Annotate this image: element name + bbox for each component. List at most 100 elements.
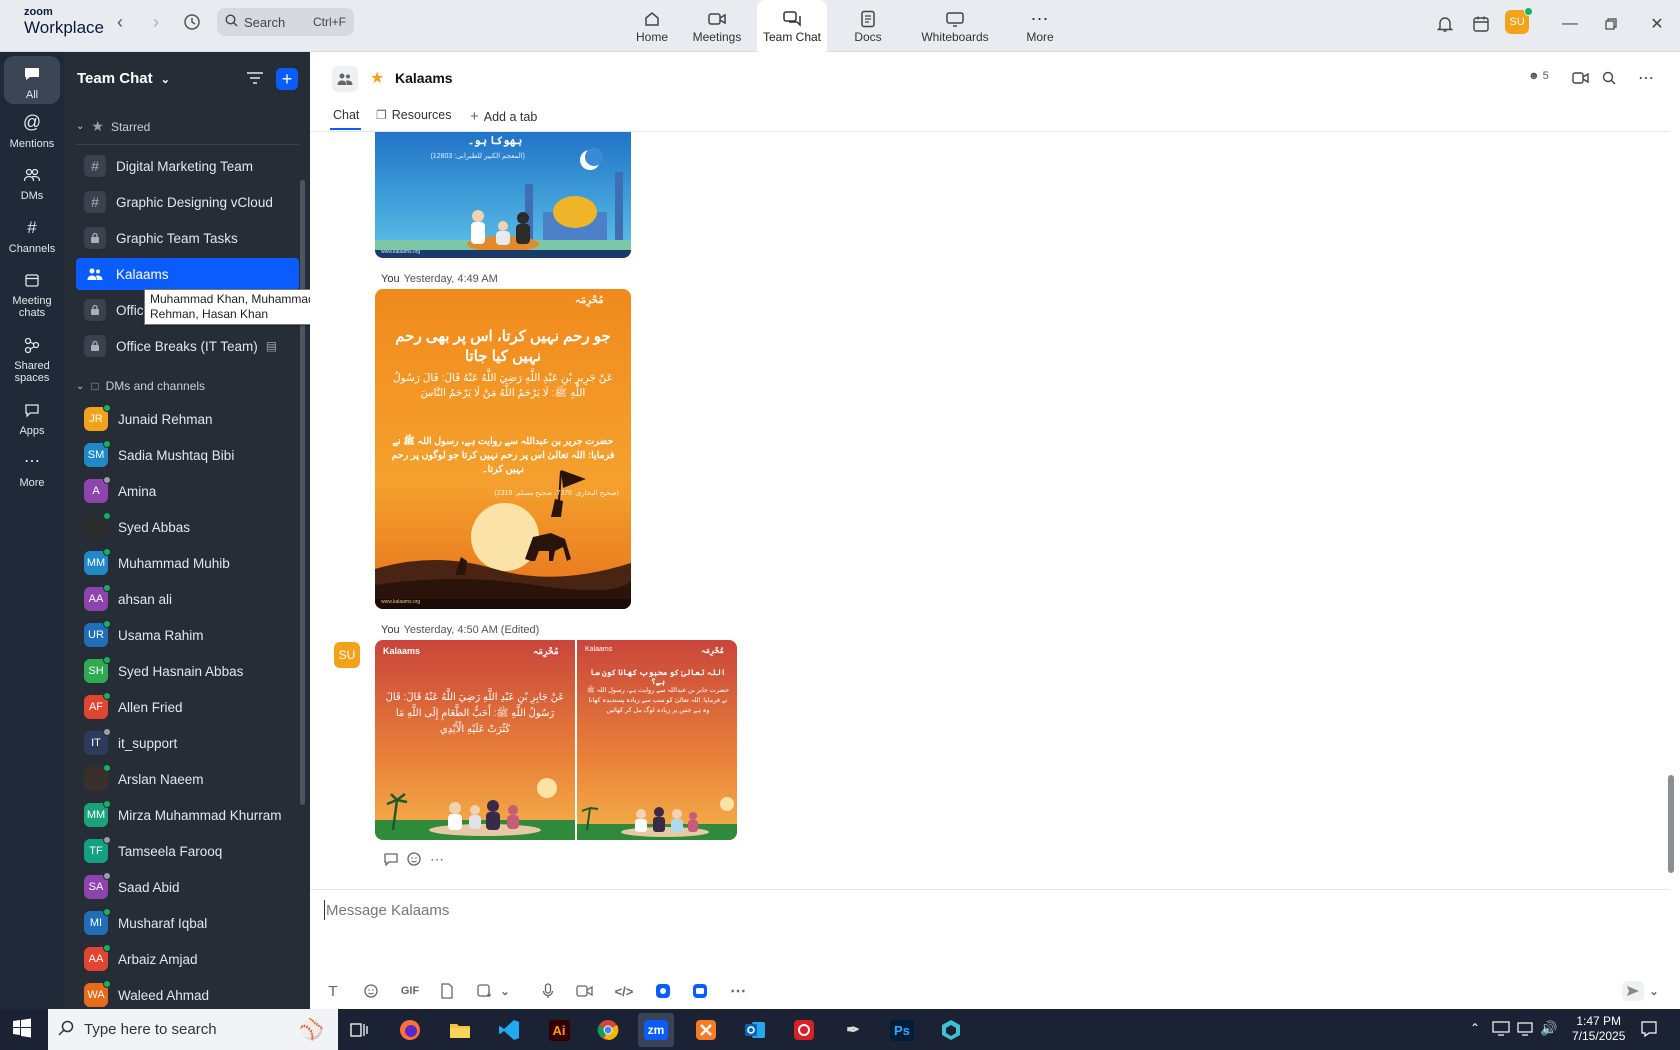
dm-item[interactable]: SA Saad Abid bbox=[76, 871, 299, 903]
back-arrow-icon[interactable]: ‹ bbox=[108, 10, 132, 34]
app-icon[interactable] bbox=[933, 1013, 969, 1047]
app-icon-blue[interactable] bbox=[653, 981, 673, 1001]
tab-meetings[interactable]: Meetings bbox=[686, 0, 748, 52]
dm-item[interactable]: A Amina bbox=[76, 475, 299, 507]
microphone-icon[interactable] bbox=[538, 981, 558, 1001]
member-count-button[interactable]: ☻ 5 bbox=[1528, 70, 1549, 82]
message-image-2[interactable]: مُحْرِمَہ جو رحم نہیں کرتا، اس پر بھی رح… bbox=[375, 289, 631, 609]
tab-add[interactable]: + Add a tab bbox=[470, 108, 537, 125]
message-image-3[interactable]: Kalaams مُحْرِمَہ عَنْ جَابِرِ بْنِ عَبْ… bbox=[375, 640, 737, 840]
forward-arrow-icon[interactable]: › bbox=[144, 10, 168, 34]
tray-volume-icon[interactable]: 🔊 bbox=[1540, 1020, 1557, 1037]
code-snippet-icon[interactable]: </> bbox=[612, 981, 636, 1001]
dm-item[interactable]: WA Waleed Ahmad bbox=[76, 979, 299, 1011]
sender-avatar[interactable]: SU bbox=[334, 642, 360, 668]
dm-item[interactable]: Arslan Naeem bbox=[76, 763, 299, 795]
rail-meeting-chats[interactable]: Meeting chats bbox=[0, 268, 64, 319]
sidebar-title[interactable]: Team Chat ⌄ bbox=[77, 70, 170, 87]
bell-icon[interactable] bbox=[1433, 12, 1457, 36]
channel-graphic-team-tasks[interactable]: Graphic Team Tasks bbox=[76, 222, 299, 254]
dm-item[interactable]: SM Sadia Mushtaq Bibi bbox=[76, 439, 299, 471]
more-actions-icon[interactable]: ⋯ bbox=[428, 850, 446, 868]
dm-item[interactable]: Syed Abbas bbox=[76, 511, 299, 543]
dm-item[interactable]: TF Tamseela Farooq bbox=[76, 835, 299, 867]
search-bar[interactable]: Search Ctrl+F bbox=[217, 8, 354, 36]
xampp-icon[interactable] bbox=[688, 1013, 724, 1047]
message-input[interactable] bbox=[326, 898, 1646, 922]
dm-item[interactable]: AA Arbaiz Amjad bbox=[76, 943, 299, 975]
starred-section-header[interactable]: ⌄ ★ Starred bbox=[76, 118, 150, 135]
photoshop-icon[interactable]: Ps bbox=[884, 1013, 920, 1047]
rail-all[interactable]: All bbox=[4, 56, 60, 104]
channel-kalaams[interactable]: Kalaams bbox=[76, 258, 299, 290]
minimize-icon[interactable]: — bbox=[1558, 12, 1582, 36]
sidebar-scrollbar[interactable] bbox=[300, 180, 305, 805]
zoom-taskbar-icon[interactable]: zm bbox=[638, 1013, 674, 1047]
search-icon[interactable] bbox=[1599, 68, 1619, 88]
rail-shared-spaces[interactable]: Shared spaces bbox=[0, 333, 64, 384]
dm-item[interactable]: JR Junaid Rehman bbox=[76, 403, 299, 435]
video-clip-icon[interactable] bbox=[575, 981, 595, 1001]
pen-tool-icon[interactable]: ✒ bbox=[835, 1013, 871, 1047]
dms-section-header[interactable]: ⌄ □ DMs and channels bbox=[76, 379, 205, 393]
tab-team-chat[interactable]: Team Chat bbox=[757, 0, 827, 52]
tray-network-icon[interactable] bbox=[1516, 1020, 1534, 1039]
tray-chevron-icon[interactable]: ⌃ bbox=[1470, 1021, 1480, 1035]
dm-item[interactable]: MI Musharaf Iqbal bbox=[76, 907, 299, 939]
rail-channels[interactable]: # Channels bbox=[0, 216, 64, 255]
creative-cloud-icon[interactable] bbox=[786, 1013, 822, 1047]
dm-item[interactable]: UR Usama Rahim bbox=[76, 619, 299, 651]
dm-item[interactable]: AF Allen Fried bbox=[76, 691, 299, 723]
restore-icon[interactable] bbox=[1599, 12, 1623, 36]
user-avatar[interactable]: SU bbox=[1505, 7, 1533, 34]
tab-chat[interactable]: Chat bbox=[333, 108, 359, 122]
channel-title[interactable]: Kalaams bbox=[395, 70, 453, 86]
history-icon[interactable] bbox=[180, 10, 204, 34]
screenshot-icon[interactable] bbox=[474, 981, 494, 1001]
rail-dms[interactable]: DMs bbox=[0, 163, 64, 202]
tab-docs[interactable]: Docs bbox=[836, 0, 900, 52]
message-image-1[interactable]: بھوکا ہو۔ (المعجم الکبیر للطبرانی: 12803… bbox=[375, 132, 631, 258]
reply-icon[interactable] bbox=[382, 850, 400, 868]
tab-resources[interactable]: ❐ Resources bbox=[376, 108, 452, 122]
chat-scrollbar[interactable] bbox=[1668, 775, 1674, 873]
chevron-down-icon[interactable]: ⌄ bbox=[1648, 981, 1660, 1001]
video-call-icon[interactable] bbox=[1571, 68, 1591, 88]
rail-apps[interactable]: Apps bbox=[0, 398, 64, 437]
firefox-icon[interactable] bbox=[392, 1013, 428, 1047]
gif-icon[interactable]: GIF bbox=[398, 981, 422, 1001]
dm-item[interactable]: MM Mirza Muhammad Khurram bbox=[76, 799, 299, 831]
channel-graphic-designing-vcloud[interactable]: # Graphic Designing vCloud bbox=[76, 186, 299, 218]
rail-mentions[interactable]: @ Mentions bbox=[0, 111, 64, 150]
filter-icon[interactable] bbox=[246, 70, 266, 88]
dm-item[interactable]: SH Syed Hasnain Abbas bbox=[76, 655, 299, 687]
dm-item[interactable]: AA ahsan ali bbox=[76, 583, 299, 615]
tray-clock[interactable]: 1:47 PM 7/15/2025 bbox=[1572, 1014, 1625, 1044]
tab-home[interactable]: Home bbox=[620, 0, 684, 52]
emoji-icon[interactable] bbox=[361, 981, 381, 1001]
text-format-icon[interactable]: T bbox=[323, 981, 343, 1001]
app-icon-zoom[interactable] bbox=[690, 981, 710, 1001]
dm-item[interactable]: MM Muhammad Muhib bbox=[76, 547, 299, 579]
close-icon[interactable]: ✕ bbox=[1645, 12, 1669, 36]
illustrator-icon[interactable]: Ai bbox=[541, 1013, 577, 1047]
chrome-icon[interactable] bbox=[590, 1013, 626, 1047]
windows-start-icon[interactable] bbox=[12, 1018, 32, 1041]
rail-more[interactable]: ⋯ More bbox=[0, 450, 64, 489]
tab-whiteboards[interactable]: Whiteboards bbox=[914, 0, 996, 52]
tray-monitor-icon[interactable] bbox=[1492, 1020, 1510, 1039]
more-tools-icon[interactable]: ⋯ bbox=[728, 981, 748, 1001]
vscode-icon[interactable] bbox=[491, 1013, 527, 1047]
tab-more[interactable]: ⋯ More bbox=[1010, 0, 1070, 52]
outlook-icon[interactable] bbox=[737, 1013, 773, 1047]
task-view-icon[interactable] bbox=[341, 1013, 377, 1047]
channel-office-breaks[interactable]: Office Breaks (IT Team) ▤ bbox=[76, 330, 299, 362]
send-options-icon[interactable] bbox=[1622, 981, 1644, 1001]
dm-item[interactable]: IT it_support bbox=[76, 727, 299, 759]
channel-digital-marketing-team[interactable]: # Digital Marketing Team bbox=[76, 150, 299, 182]
calendar-icon[interactable] bbox=[1469, 12, 1493, 36]
emoji-reaction-icon[interactable] bbox=[405, 850, 423, 868]
add-button[interactable]: + bbox=[276, 68, 298, 90]
taskbar-search[interactable]: Type here to search ⚾ bbox=[48, 1009, 338, 1050]
chevron-down-icon[interactable]: ⌄ bbox=[499, 981, 511, 1001]
